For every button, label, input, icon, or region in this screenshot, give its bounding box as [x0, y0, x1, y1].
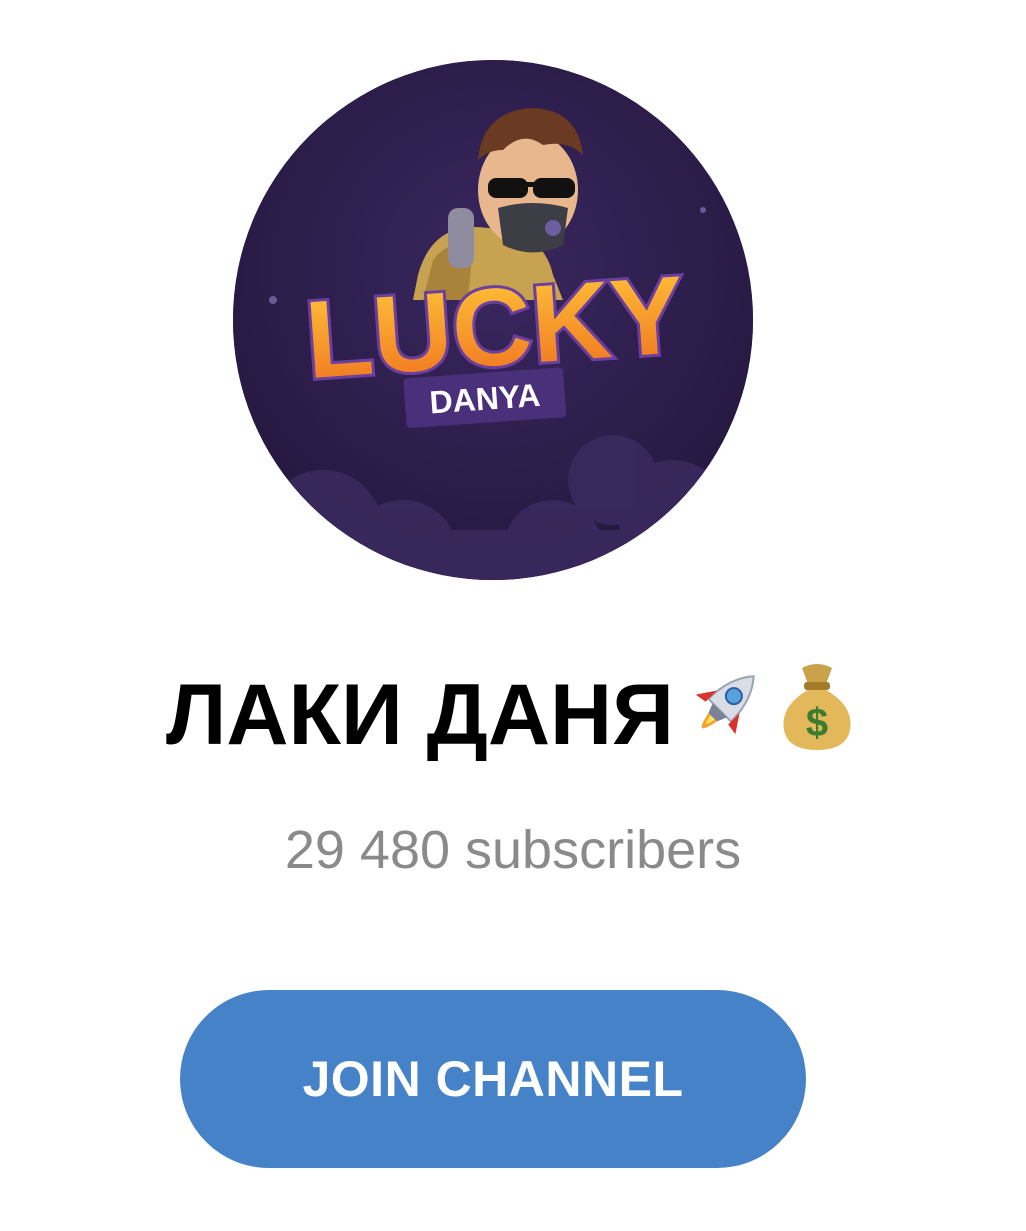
svg-text:DANYA: DANYA [428, 377, 541, 421]
channel-title: ЛАКИ ДАНЯ $ [0, 660, 1026, 778]
rocket-icon [678, 660, 770, 778]
money-bag-icon: $ [774, 660, 860, 778]
subscriber-count: 29 480 subscribers [284, 820, 742, 880]
avatar-image: LUCKY DANYA [233, 60, 753, 580]
channel-avatar[interactable]: LUCKY DANYA [233, 60, 753, 580]
channel-name: ЛАКИ ДАНЯ [166, 667, 674, 763]
join-channel-button[interactable]: JOIN CHANNEL [180, 990, 806, 1168]
svg-text:$: $ [806, 701, 828, 745]
